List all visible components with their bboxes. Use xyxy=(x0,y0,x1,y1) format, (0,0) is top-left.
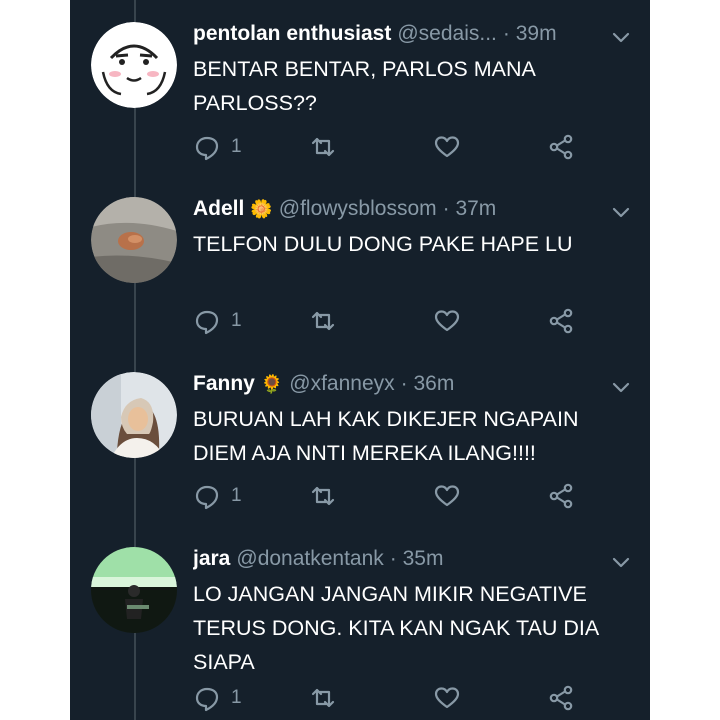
tweet-header: Adell 🌼 @flowysblossom · 37m xyxy=(193,195,603,223)
like-icon xyxy=(434,687,460,709)
retweet-icon xyxy=(311,486,335,506)
chevron-down-icon[interactable] xyxy=(610,376,632,398)
timestamp[interactable]: · 39m xyxy=(503,22,557,45)
reply-button[interactable]: 1 xyxy=(193,682,242,714)
retweet-icon xyxy=(311,688,335,708)
tweet-actions: 1 xyxy=(193,682,633,714)
like-button[interactable] xyxy=(433,131,461,163)
avatar[interactable] xyxy=(91,547,177,633)
tweet-header: pentolan enthusiast @sedais... · 39m xyxy=(193,20,603,48)
share-button[interactable] xyxy=(548,131,576,163)
tweet[interactable]: jara @donatkentank · 35m LO JANGAN JANGAN … xyxy=(70,525,650,712)
like-icon xyxy=(434,485,460,507)
tweet-text: LO JANGAN JANGAN MIKIR NEGATIVE TERUS DO… xyxy=(193,582,598,674)
share-button[interactable] xyxy=(548,682,576,714)
display-name[interactable]: pentolan enthusiast xyxy=(193,22,391,45)
flower-badge: 🌼 xyxy=(250,199,273,219)
reply-count: 1 xyxy=(231,136,242,157)
like-icon xyxy=(434,136,460,158)
chevron-down-icon[interactable] xyxy=(610,551,632,573)
like-icon xyxy=(434,310,460,332)
tweet-header: jara @donatkentank · 35m xyxy=(193,545,603,573)
like-button[interactable] xyxy=(433,305,461,337)
handle[interactable]: @flowysblossom xyxy=(279,197,437,220)
tweet[interactable]: Adell 🌼 @flowysblossom · 37m TELFON DULU DO… xyxy=(70,175,650,350)
reply-icon xyxy=(195,310,219,335)
reply-icon xyxy=(195,136,219,161)
retweet-button[interactable] xyxy=(309,480,337,512)
photo-avatar xyxy=(91,547,177,633)
emoji-face-avatar xyxy=(91,22,177,108)
photo-avatar xyxy=(91,197,177,283)
share-icon xyxy=(549,483,573,509)
tweet-header: Fanny 🌻 @xfanneyx · 36m xyxy=(193,370,603,398)
retweet-button[interactable] xyxy=(309,682,337,714)
reply-button[interactable]: 1 xyxy=(193,131,242,163)
display-name[interactable]: jara xyxy=(193,547,230,570)
handle[interactable]: @sedais... xyxy=(397,22,497,45)
display-name[interactable]: Fanny xyxy=(193,372,255,395)
avatar[interactable] xyxy=(91,197,177,283)
timestamp[interactable]: · 36m xyxy=(401,372,455,395)
retweet-button[interactable] xyxy=(309,305,337,337)
avatar[interactable] xyxy=(91,372,177,458)
sunflower-badge: 🌻 xyxy=(260,374,284,394)
tweet-actions: 1 xyxy=(193,305,633,337)
retweet-button[interactable] xyxy=(309,131,337,163)
tweet-text: BENTAR BENTAR, PARLOS MANA PARLOSS?? xyxy=(193,57,535,115)
tweet-text: TELFON DULU DONG PAKE HAPE LU xyxy=(193,232,573,256)
reply-count: 1 xyxy=(231,485,242,506)
reply-button[interactable]: 1 xyxy=(193,305,242,337)
share-button[interactable] xyxy=(548,305,576,337)
reply-thread: pentolan enthusiast @sedais... · 39m BENTA… xyxy=(70,0,650,720)
share-icon xyxy=(549,134,573,160)
tweet[interactable]: pentolan enthusiast @sedais... · 39m BENTA… xyxy=(70,0,650,175)
chevron-down-icon[interactable] xyxy=(610,201,632,223)
tweet-actions: 1 xyxy=(193,131,633,163)
retweet-icon xyxy=(311,311,335,331)
like-button[interactable] xyxy=(433,480,461,512)
timestamp[interactable]: · 35m xyxy=(390,547,444,570)
share-icon xyxy=(549,685,573,711)
reply-count: 1 xyxy=(231,310,242,331)
timestamp[interactable]: · 37m xyxy=(443,197,497,220)
chevron-down-icon[interactable] xyxy=(610,26,632,48)
reply-button[interactable]: 1 xyxy=(193,480,242,512)
tweet-text: BURUAN LAH KAK DIKEJER NGAPAIN DIEM AJA … xyxy=(193,407,579,465)
retweet-icon xyxy=(311,137,335,157)
like-button[interactable] xyxy=(433,682,461,714)
share-icon xyxy=(549,308,573,334)
reply-icon xyxy=(195,687,219,712)
share-button[interactable] xyxy=(548,480,576,512)
handle[interactable]: @donatkentank xyxy=(236,547,383,570)
handle[interactable]: @xfanneyx xyxy=(289,372,394,395)
display-name[interactable]: Adell xyxy=(193,197,244,220)
photo-avatar xyxy=(91,372,177,458)
reply-icon xyxy=(195,485,219,510)
reply-count: 1 xyxy=(231,687,242,708)
tweet-actions: 1 xyxy=(193,480,633,512)
tweet[interactable]: Fanny 🌻 @xfanneyx · 36m BURUAN LAH KAK DIKE… xyxy=(70,350,650,525)
avatar[interactable] xyxy=(91,22,177,108)
